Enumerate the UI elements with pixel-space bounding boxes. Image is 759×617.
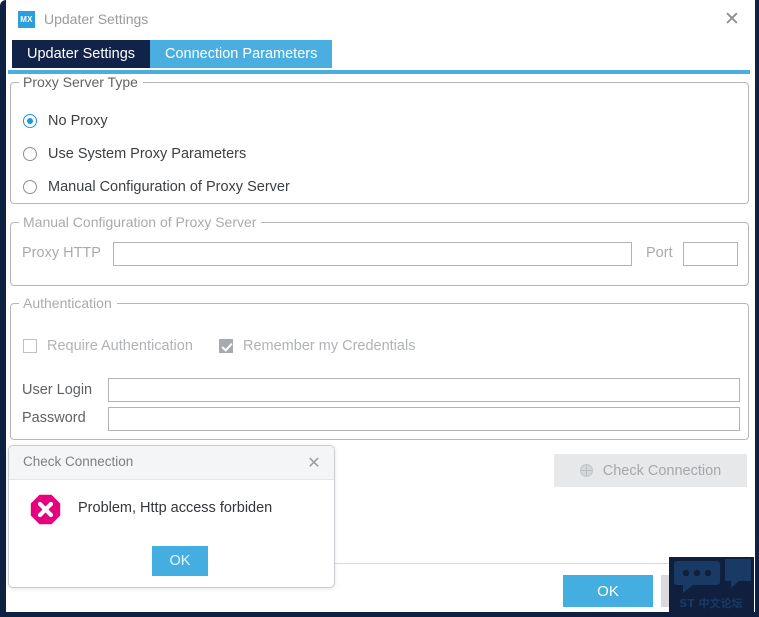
- error-octagon-icon: [30, 494, 61, 525]
- close-icon[interactable]: ✕: [717, 6, 747, 32]
- globe-icon: [579, 464, 593, 477]
- require-authentication-label: Require Authentication: [47, 338, 193, 354]
- dialog-title: Check Connection: [23, 454, 134, 469]
- checkbox-remember-credentials[interactable]: Remember my Credentials: [219, 338, 415, 354]
- radio-manual-config-icon[interactable]: [23, 180, 37, 194]
- port-label: Port: [646, 245, 673, 261]
- proxy-server-type-title: Proxy Server Type: [19, 74, 143, 90]
- authentication-title: Authentication: [19, 295, 117, 311]
- require-authentication-checkbox-icon[interactable]: [23, 339, 37, 353]
- check-connection-button[interactable]: Check Connection: [554, 454, 747, 487]
- radio-option-use-system-proxy[interactable]: Use System Proxy Parameters: [23, 146, 246, 162]
- tab-bar: Updater Settings Connection Parameters: [12, 40, 333, 68]
- window-bottom-border: [0, 612, 759, 617]
- radio-use-system-proxy-label: Use System Proxy Parameters: [48, 146, 247, 162]
- dialog-close-icon[interactable]: ✕: [302, 451, 326, 475]
- dialog-title-bar: Check Connection ✕: [9, 446, 334, 480]
- proxy-http-input[interactable]: [113, 242, 632, 266]
- user-login-label: User Login: [22, 382, 93, 398]
- forum-watermark: ST 中文论坛: [669, 557, 754, 617]
- radio-option-no-proxy[interactable]: No Proxy: [23, 113, 108, 129]
- radio-no-proxy-icon[interactable]: [23, 114, 37, 128]
- proxy-server-type-group: Proxy Server Type No Proxy Use System Pr…: [10, 74, 749, 204]
- remember-credentials-label: Remember my Credentials: [243, 338, 416, 354]
- port-input[interactable]: [683, 242, 738, 266]
- password-label: Password: [22, 410, 86, 426]
- dialog-ok-button[interactable]: OK: [152, 546, 208, 576]
- radio-option-manual-config[interactable]: Manual Configuration of Proxy Server: [23, 179, 290, 195]
- password-input[interactable]: [108, 407, 740, 431]
- authentication-group: Authentication Require Authentication Re…: [10, 295, 749, 440]
- window-left-border: [0, 0, 6, 617]
- check-connection-label: Check Connection: [602, 462, 722, 479]
- app-icon: MX: [18, 11, 35, 28]
- window-title: Updater Settings: [44, 11, 149, 27]
- ok-button[interactable]: OK: [563, 575, 653, 607]
- tab-updater-settings[interactable]: Updater Settings: [12, 40, 151, 68]
- tab-connection-parameters[interactable]: Connection Parameters: [150, 40, 333, 68]
- checkbox-require-authentication[interactable]: Require Authentication: [23, 338, 193, 354]
- remember-credentials-checkbox-icon[interactable]: [219, 339, 233, 353]
- title-bar: MX Updater Settings ✕: [6, 0, 755, 38]
- radio-no-proxy-label: No Proxy: [48, 113, 108, 129]
- window-right-border: [755, 0, 759, 617]
- radio-manual-config-label: Manual Configuration of Proxy Server: [48, 179, 290, 195]
- updater-settings-window: MX Updater Settings ✕ Updater Settings C…: [0, 0, 759, 617]
- proxy-http-label: Proxy HTTP: [22, 245, 101, 261]
- watermark-text: ST 中文论坛: [679, 596, 742, 610]
- manual-config-group: Manual Configuration of Proxy Server Pro…: [10, 214, 749, 286]
- check-connection-dialog: Check Connection ✕ Problem, Http access …: [8, 445, 335, 588]
- radio-use-system-proxy-icon[interactable]: [23, 147, 37, 161]
- dialog-message: Problem, Http access forbiden: [78, 500, 273, 516]
- user-login-input[interactable]: [108, 378, 740, 402]
- manual-config-title: Manual Configuration of Proxy Server: [19, 214, 262, 230]
